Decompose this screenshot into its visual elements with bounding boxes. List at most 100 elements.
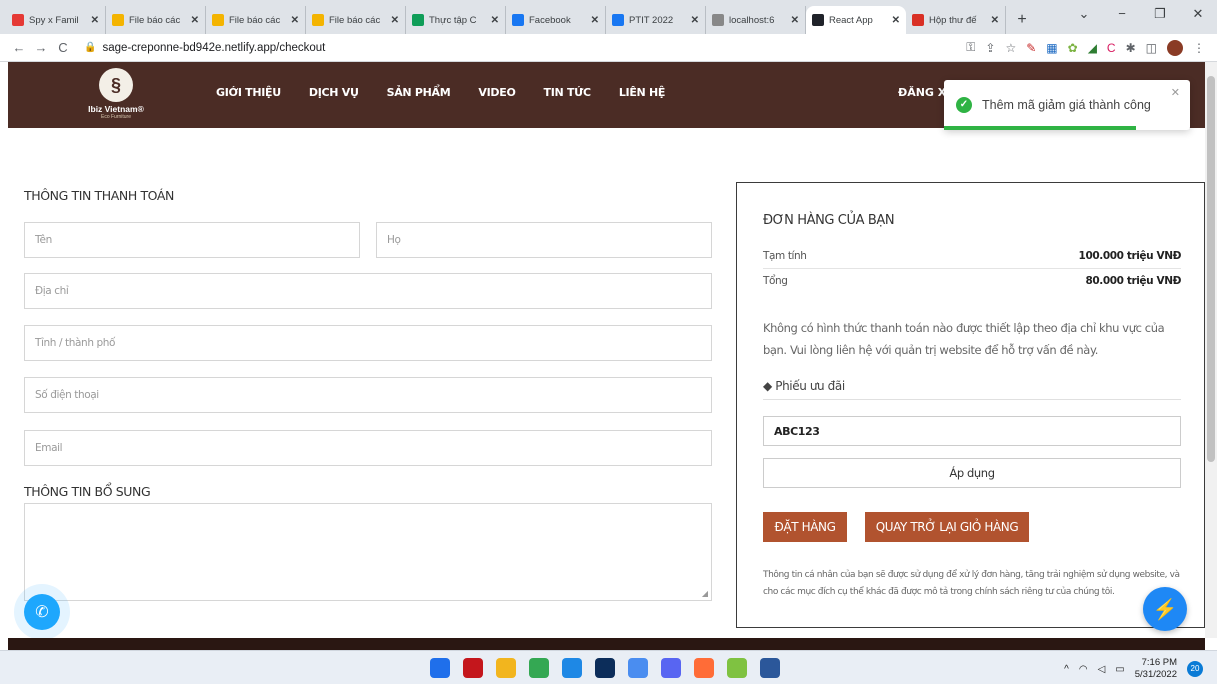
tab-favicon-icon [712, 14, 724, 26]
browser-tab-strip: Spy x Famil ✕ File báo các ✕ File báo các ✕ Fi… [0, 0, 1217, 34]
browser-tab[interactable]: React App ✕ [806, 6, 906, 34]
close-window-button[interactable]: ✕ [1179, 0, 1217, 28]
app-hex-icon[interactable] [628, 658, 648, 678]
site-logo[interactable]: § Ibiz Vietnam® Eco Furniture [76, 68, 156, 124]
tab-close-icon[interactable]: ✕ [791, 15, 799, 26]
address-field[interactable]: Địa chỉ [24, 273, 712, 309]
extension-icon[interactable]: ✿ [1068, 41, 1078, 55]
share-icon[interactable]: ⇪ [985, 41, 995, 55]
browser-tab[interactable]: PTIT 2022 ✕ [606, 6, 706, 34]
tab-close-icon[interactable]: ✕ [691, 15, 699, 26]
back-to-cart-button[interactable]: QUAY TRỞ LẠI GIỎ HÀNG [865, 512, 1029, 542]
browser-tab[interactable]: File báo các ✕ [206, 6, 306, 34]
scrollbar-thumb[interactable] [1207, 76, 1215, 462]
browser-tab[interactable]: Thực tập C ✕ [406, 6, 506, 34]
browser-tab[interactable]: File báo các ✕ [306, 6, 406, 34]
tab-favicon-icon [812, 14, 824, 26]
url-field[interactable]: 🔒 sage-creponne-bd942e.netlify.app/check… [84, 42, 944, 54]
tab-close-icon[interactable]: ✕ [191, 15, 199, 26]
order-notes-textarea[interactable]: ◢ [24, 503, 712, 601]
tab-close-icon[interactable]: ✕ [892, 15, 900, 26]
tab-close-icon[interactable]: ✕ [991, 15, 999, 26]
messenger-chat-button[interactable]: ⚡ [1143, 587, 1187, 631]
menu-dots-icon[interactable]: ⋮ [1193, 41, 1205, 55]
url-text: sage-creponne-bd942e.netlify.app/checkou… [102, 41, 326, 54]
menu-item-tin-tuc[interactable]: TIN TỨC [544, 86, 592, 99]
windows-start-icon[interactable] [430, 658, 450, 678]
coupon-label: Phiếu ưu đãi [775, 379, 845, 393]
discord-icon[interactable] [661, 658, 681, 678]
extension-icon[interactable]: C [1107, 41, 1116, 55]
extension-icon[interactable]: ◢ [1088, 41, 1097, 55]
postman-icon[interactable] [694, 658, 714, 678]
minimize-button[interactable]: − [1103, 0, 1141, 28]
sidepanel-icon[interactable]: ◫ [1146, 41, 1157, 55]
menu-item-video[interactable]: VIDEO [478, 86, 515, 99]
chevron-up-icon[interactable]: ^ [1064, 664, 1069, 675]
back-icon[interactable]: ← [8, 40, 30, 55]
close-icon[interactable]: ✕ [1171, 86, 1180, 99]
resize-grip-icon[interactable]: ◢ [702, 589, 708, 598]
battery-icon[interactable]: ▭ [1115, 664, 1124, 675]
first-name-field[interactable]: Tên [24, 222, 360, 258]
tag-icon: ◆ [763, 379, 772, 393]
email-field[interactable]: Email [24, 430, 712, 466]
extension-icon[interactable]: ▦ [1046, 41, 1057, 55]
subtotal-value: 100.000 triệu VNĐ [1078, 250, 1182, 262]
star-icon[interactable]: ☆ [1005, 41, 1016, 55]
payment-note: Không có hình thức thanh toán nào được t… [763, 321, 1165, 357]
tab-favicon-icon [912, 14, 924, 26]
browser-tab[interactable]: localhost:6 ✕ [706, 6, 806, 34]
place-order-button[interactable]: ĐẶT HÀNG [763, 512, 847, 542]
coupon-input[interactable]: ABC123 [763, 416, 1181, 446]
phone-field[interactable]: Số điện thoại [24, 377, 712, 413]
chrome-icon[interactable] [529, 658, 549, 678]
tab-search-icon[interactable]: ⌄ [1065, 0, 1103, 28]
puzzle-icon[interactable]: ✱ [1126, 41, 1136, 55]
reload-icon[interactable]: C [52, 40, 74, 55]
order-title: ĐƠN HÀNG CỦA BẠN [763, 213, 895, 228]
menu-item-lien-he[interactable]: LIÊN HỆ [619, 86, 666, 99]
profile-avatar[interactable] [1167, 39, 1183, 56]
menu-item-gioi-thieu[interactable]: GIỚI THIỆU [216, 86, 281, 99]
subtotal-label: Tạm tính [763, 250, 807, 262]
phone-call-button[interactable]: ✆ [24, 594, 60, 630]
browser-tab[interactable]: Facebook ✕ [506, 6, 606, 34]
tab-close-icon[interactable]: ✕ [291, 15, 299, 26]
forward-icon[interactable]: → [30, 40, 52, 55]
main-menu: GIỚI THIỆU DỊCH VỤ SẢN PHẨM VIDEO TIN TỨ… [216, 86, 665, 99]
clock[interactable]: 7:16 PM 5/31/2022 [1135, 657, 1177, 681]
tab-favicon-icon [312, 14, 324, 26]
tab-close-icon[interactable]: ✕ [591, 15, 599, 26]
wifi-icon[interactable]: ◠ [1079, 664, 1088, 675]
browser-tab[interactable]: File báo các ✕ [106, 6, 206, 34]
tab-close-icon[interactable]: ✕ [91, 15, 99, 26]
restore-button[interactable]: ❐ [1141, 0, 1179, 28]
extension-icon[interactable]: ✎ [1026, 41, 1036, 55]
privacy-note: Thông tin cá nhân của bạn sẽ được sử dụn… [763, 570, 1180, 597]
browser-tab[interactable]: Hộp thư đế ✕ [906, 6, 1006, 34]
apply-coupon-button[interactable]: Áp dụng [763, 458, 1181, 488]
notification-badge[interactable]: 20 [1187, 661, 1203, 677]
volume-icon[interactable]: ◁ [1098, 664, 1106, 675]
app-green-icon[interactable] [727, 658, 747, 678]
last-name-field[interactable]: Họ [376, 222, 712, 258]
browser-tab[interactable]: Spy x Famil ✕ [6, 6, 106, 34]
lock-icon[interactable]: 🔒 [84, 42, 96, 53]
file-explorer-icon[interactable] [496, 658, 516, 678]
word-icon[interactable] [760, 658, 780, 678]
tab-favicon-icon [612, 14, 624, 26]
key-icon[interactable]: ⚿ [966, 40, 975, 55]
tab-close-icon[interactable]: ✕ [391, 15, 399, 26]
tab-close-icon[interactable]: ✕ [491, 15, 499, 26]
netflix-icon[interactable] [463, 658, 483, 678]
vscode-icon[interactable] [562, 658, 582, 678]
new-tab-button[interactable]: + [1010, 6, 1034, 34]
city-field[interactable]: Tỉnh / thành phố [24, 325, 712, 361]
menu-item-san-pham[interactable]: SẢN PHẨM [387, 86, 451, 99]
photoshop-icon[interactable] [595, 658, 615, 678]
page-scrollbar[interactable] [1205, 62, 1217, 638]
check-circle-icon: ✓ [956, 97, 972, 113]
menu-item-dich-vu[interactable]: DỊCH VỤ [309, 86, 359, 99]
logo-mark-icon: § [99, 68, 133, 102]
